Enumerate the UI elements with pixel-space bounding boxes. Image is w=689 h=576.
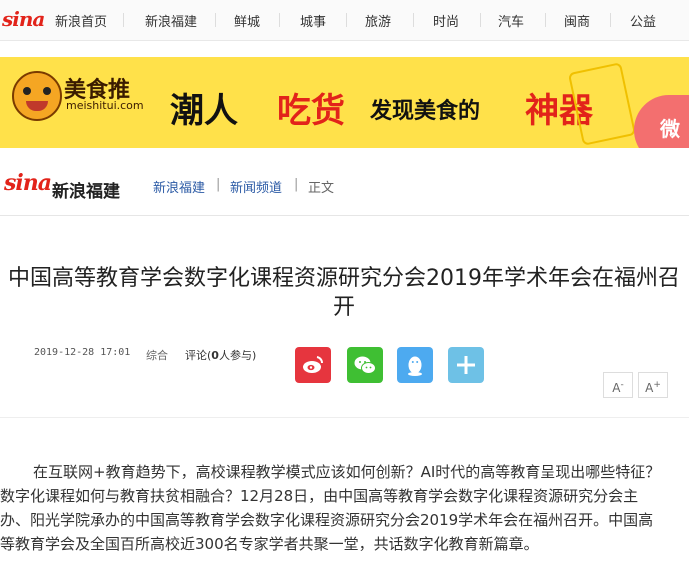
font-decrease-button[interactable]: A- [603,372,633,398]
wechat-icon [354,356,376,374]
banner-slogan-part: 发现美食的 [370,99,481,124]
nav-separator [545,13,546,27]
nav-separator [215,13,216,27]
banner-slogan-part: 吃货 [277,91,345,131]
nav-item-auto[interactable]: 汽车 [498,11,524,30]
nav-item-home[interactable]: 新浪首页 [55,11,107,30]
banner-badge: 微 [634,95,689,148]
share-qq-button[interactable] [397,347,433,383]
nav-separator [123,13,124,27]
article-date: 2019-12-28 17:01 [34,347,131,358]
channel-name[interactable]: 新浪福建 [52,177,120,202]
article-paragraph: 在互联网+教育趋势下，高校课程教学模式应该如何创新？AI时代的高等教育呈现出哪些… [0,463,661,553]
share-weibo-button[interactable] [295,347,331,383]
nav-item-xiancheng[interactable]: 鲜城 [234,11,260,30]
nav-separator [480,13,481,27]
channel-bar: sina 新浪福建 新浪福建 | 新闻频道 | 正文 [0,160,689,216]
ad-banner[interactable]: 美食推 meishitui.com 潮人 吃货 发现美食的 神器 微 [0,57,689,148]
nav-separator [413,13,414,27]
meta-divider [0,417,689,418]
plus-icon [457,356,475,374]
font-increase-button[interactable]: A+ [638,372,668,398]
nav-item-chengshi[interactable]: 城事 [300,11,326,30]
nav-item-charity[interactable]: 公益 [630,11,656,30]
channel-divider [0,215,689,216]
channel-sina-logo[interactable]: sina [4,170,52,196]
phone-decoration-icon [567,62,637,146]
breadcrumb-current: 正文 [308,181,335,196]
breadcrumb-separator: | [294,177,299,192]
breadcrumb-separator: | [216,177,221,192]
nav-item-travel[interactable]: 旅游 [365,11,391,30]
breadcrumb-item[interactable]: 新闻频道 [230,177,282,196]
article-source: 综合 [146,349,168,362]
breadcrumb-item[interactable]: 新浪福建 [153,177,205,196]
sina-logo[interactable]: sina [2,7,45,31]
weibo-icon [303,356,324,373]
nav-item-minshang[interactable]: 闽商 [564,11,590,30]
article-body: 在互联网+教育趋势下，高校课程教学模式应该如何创新？AI时代的高等教育呈现出哪些… [0,460,666,556]
cat-mascot-icon [12,71,62,121]
qq-penguin-icon [408,356,422,376]
comment-link[interactable]: 评论(0人参与) [185,347,256,363]
banner-domain: meishitui.com [66,99,144,112]
article-title: 中国高等教育学会数字化课程资源研究分会2019年学术年会在福州召开 [8,266,680,320]
nav-item-fujian[interactable]: 新浪福建 [145,11,197,30]
nav-item-fashion[interactable]: 时尚 [433,11,459,30]
nav-separator [279,13,280,27]
banner-slogan-part: 潮人 [170,91,238,131]
share-wechat-button[interactable] [347,347,383,383]
top-navigation: sina 新浪首页 新浪福建 鲜城 城事 旅游 时尚 汽车 闽商 公益 [0,0,689,41]
nav-separator [610,13,611,27]
share-more-button[interactable] [448,347,484,383]
nav-separator [346,13,347,27]
